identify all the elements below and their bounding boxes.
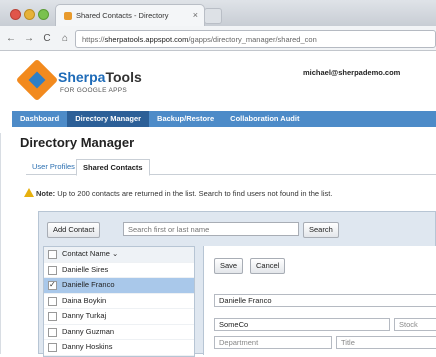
new-tab-button[interactable] — [204, 8, 222, 24]
warning-icon — [24, 188, 34, 197]
tab-title: Shared Contacts - Directory — [76, 11, 169, 20]
row-checkbox[interactable] — [48, 312, 57, 321]
department-field[interactable]: Department — [214, 336, 332, 349]
save-button[interactable]: Save — [214, 258, 244, 274]
title-field[interactable]: Title — [336, 336, 436, 349]
row-checkbox[interactable] — [48, 265, 57, 275]
nav-dashboard[interactable]: Dashboard — [12, 111, 67, 127]
close-window-button[interactable] — [10, 9, 21, 20]
contact-list-header[interactable]: Contact Name ⌄ — [44, 247, 194, 263]
row-checkbox[interactable] — [48, 343, 57, 352]
nav-directory-manager[interactable]: Directory Manager — [67, 111, 150, 127]
web-page: SherpaTools FOR GOOGLE APPS michael@sher… — [0, 51, 436, 357]
search-input[interactable] — [123, 222, 299, 236]
stock-field[interactable]: Stock — [394, 318, 436, 331]
nav-backup-restore[interactable]: Backup/Restore — [149, 111, 222, 127]
cancel-button[interactable]: Cancel — [250, 258, 286, 274]
minimize-window-button[interactable] — [24, 9, 35, 20]
list-item[interactable]: Daina Boykin — [44, 294, 194, 309]
note-label: Note: — [36, 189, 56, 198]
contact-name: Danny Guzman — [62, 326, 115, 336]
note-body: Up to 200 contacts are returned in the l… — [57, 189, 333, 198]
contact-name: Daina Boykin — [62, 295, 107, 305]
nav-collaboration-audit[interactable]: Collaboration Audit — [222, 111, 307, 127]
home-icon[interactable]: ⌂ — [58, 33, 72, 44]
url-scheme: https:// — [82, 34, 105, 44]
contact-name: Danny Hoskins — [62, 342, 113, 351]
main-nav: Dashboard Directory Manager Backup/Resto… — [12, 111, 436, 127]
contact-name: Danielle Sires — [62, 264, 109, 274]
list-item[interactable]: Danielle Sires — [44, 263, 194, 278]
search-button[interactable]: Search — [303, 222, 339, 238]
row-checkbox-checked[interactable] — [48, 278, 57, 293]
contact-list: Contact Name ⌄ Danielle Sires Danielle F… — [43, 246, 195, 357]
row-checkbox[interactable] — [48, 327, 57, 337]
tab-user-profiles[interactable]: User Profiles — [26, 159, 81, 174]
sherpatools-favicon-icon — [64, 11, 72, 20]
list-item[interactable]: Danny Turkaj — [44, 309, 194, 325]
contact-name-column: Contact Name ⌄ — [62, 249, 119, 258]
browser-tab[interactable]: Shared Contacts - Directory × — [55, 4, 205, 26]
add-contact-button[interactable]: Add Contact — [47, 222, 101, 238]
close-tab-icon[interactable]: × — [193, 10, 198, 20]
full-name-field[interactable]: Danielle Franco — [214, 294, 436, 307]
contact-detail-form: Save Cancel Danielle Franco SomeCo Stock… — [203, 246, 436, 355]
contact-name: Danielle Franco — [62, 280, 115, 289]
tab-shared-contacts[interactable]: Shared Contacts — [76, 159, 150, 176]
address-bar[interactable]: https://sherpatools.appspot.com/gapps/di… — [75, 30, 436, 48]
contacts-panel: Add Contact Search Contact Name ⌄ Daniel… — [38, 211, 436, 357]
list-item[interactable]: Danny Guzman — [44, 325, 194, 340]
note-text: Note: Up to 200 contacts are returned in… — [36, 189, 332, 198]
brand-subtitle: FOR GOOGLE APPS — [60, 87, 127, 94]
subtab-bar: User Profiles Shared Contacts — [26, 159, 436, 176]
back-icon[interactable]: ← — [4, 33, 18, 44]
brand-name[interactable]: SherpaTools — [58, 69, 142, 85]
brand-suffix: Tools — [105, 69, 142, 85]
select-all-checkbox[interactable] — [48, 250, 57, 259]
contact-name: Danny Turkaj — [62, 311, 107, 320]
brand-main: Sherpa — [58, 69, 106, 85]
forward-icon[interactable]: → — [22, 33, 36, 44]
left-rule — [0, 133, 1, 354]
url-host: sherpatools.appspot.com — [104, 34, 189, 44]
url-path: /gapps/directory_manager/shared_con — [188, 34, 317, 44]
browser-toolbar: ← → C ⌂ ☆ https://sherpatools.appspot.co… — [0, 26, 436, 51]
company-field[interactable]: SomeCo — [214, 318, 390, 331]
zoom-window-button[interactable] — [38, 9, 49, 20]
list-item[interactable]: Danny Hoskins — [44, 340, 194, 356]
reload-icon[interactable]: C — [40, 33, 54, 44]
user-email[interactable]: michael@sherpademo.com — [303, 68, 400, 77]
browser-tab-strip: Shared Contacts - Directory × — [0, 0, 436, 26]
page-title: Directory Manager — [20, 135, 135, 150]
list-item-selected[interactable]: Danielle Franco — [44, 278, 194, 294]
row-checkbox[interactable] — [48, 296, 57, 306]
